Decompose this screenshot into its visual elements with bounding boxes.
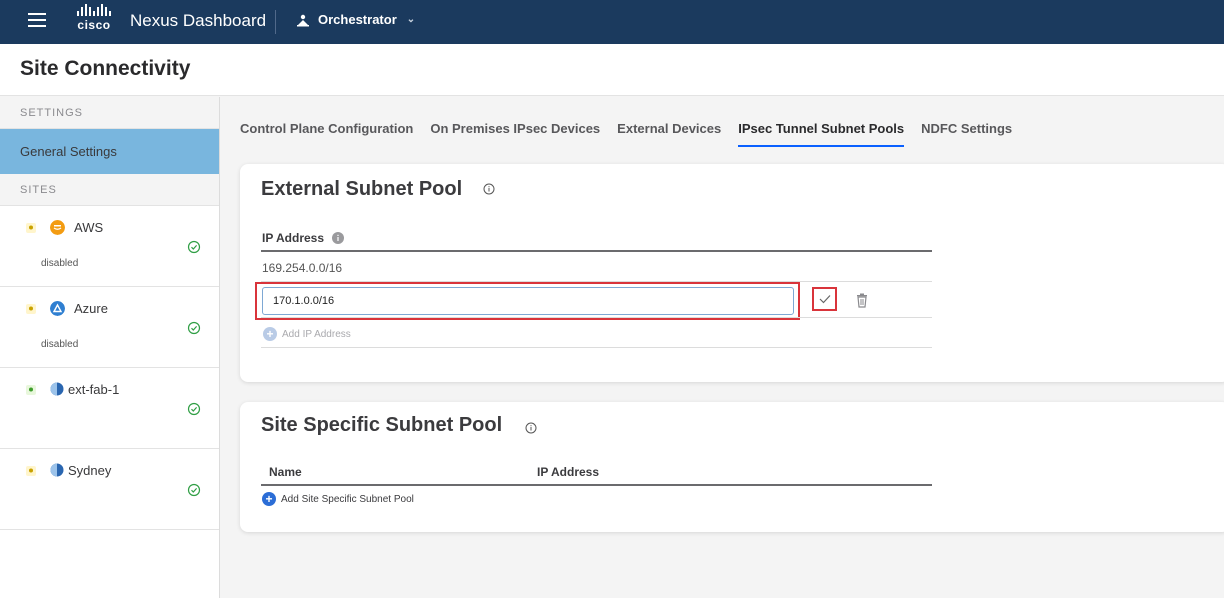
row-divider	[261, 317, 932, 318]
settings-section-header: SETTINGS	[0, 97, 219, 129]
sidebar-site-ext-fab-1[interactable]: ext-fab-1	[0, 368, 219, 449]
sidebar-site-aws[interactable]: AWS disabled	[0, 206, 219, 287]
info-icon[interactable]	[525, 422, 537, 434]
ndfc-site-icon	[50, 463, 64, 477]
top-bar: cisco Nexus Dashboard Orchestrator ⌄	[0, 0, 1224, 44]
row-divider	[261, 347, 932, 348]
add-site-specific-subnet-pool-label: Add Site Specific Subnet Pool	[281, 493, 414, 505]
add-ip-address-label: Add IP Address	[282, 328, 351, 340]
site-status: disabled	[41, 258, 79, 269]
check-circle-icon	[187, 321, 201, 335]
tab-ndfc-settings[interactable]: NDFC Settings	[921, 121, 1012, 147]
location-pin-icon	[26, 304, 36, 314]
site-name: AWS	[74, 220, 104, 235]
site-specific-subnet-pool-title: Site Specific Subnet Pool	[261, 414, 503, 436]
site-name: Azure	[74, 301, 108, 316]
plus-circle-icon: +	[262, 492, 276, 506]
external-subnet-pool-card: External Subnet Pool IP Address 169.254.…	[240, 164, 1224, 382]
ip-address-row: 169.254.0.0/16	[262, 261, 343, 275]
tab-ipsec-tunnel-subnet-pools[interactable]: IPsec Tunnel Subnet Pools	[738, 121, 905, 147]
service-switcher[interactable]: Orchestrator ⌄	[296, 12, 415, 27]
header-rule	[261, 250, 932, 252]
site-name: ext-fab-1	[68, 382, 120, 397]
azure-logo-icon	[50, 301, 65, 316]
location-pin-icon	[26, 466, 36, 476]
orchestrator-icon	[297, 14, 309, 26]
add-ip-address-button[interactable]: + Add IP Address	[263, 327, 351, 341]
check-circle-icon	[187, 402, 201, 416]
tab-on-premises-ipsec-devices[interactable]: On Premises IPsec Devices	[430, 121, 600, 147]
sidebar: SETTINGS General Settings SITES AWS disa…	[0, 97, 220, 598]
site-status: disabled	[41, 339, 79, 350]
chevron-down-icon: ⌄	[406, 14, 416, 25]
header-rule	[261, 484, 932, 486]
hamburger-menu-icon[interactable]	[28, 13, 46, 29]
cisco-logo-text: cisco	[77, 18, 111, 32]
trash-icon[interactable]	[854, 292, 870, 308]
topbar-divider	[275, 10, 276, 34]
sidebar-site-sydney[interactable]: Sydney	[0, 449, 219, 530]
tab-control-plane-configuration[interactable]: Control Plane Configuration	[240, 121, 413, 147]
ip-address-column-header: IP Address	[262, 231, 325, 245]
sidebar-item-general-settings[interactable]: General Settings	[0, 129, 219, 174]
cisco-logo: cisco	[72, 4, 116, 34]
location-pin-icon	[26, 385, 36, 395]
ip-address-input[interactable]	[262, 287, 794, 315]
check-circle-icon	[187, 240, 201, 254]
ip-address-column-header: IP Address	[537, 465, 600, 479]
info-filled-icon[interactable]	[332, 232, 344, 244]
app-title: Nexus Dashboard	[130, 11, 267, 30]
page-title: Site Connectivity	[20, 57, 191, 80]
add-site-specific-subnet-pool-button[interactable]: + Add Site Specific Subnet Pool	[262, 492, 414, 506]
external-subnet-pool-title: External Subnet Pool	[261, 178, 463, 200]
plus-circle-icon: +	[263, 327, 277, 341]
sites-section-header: SITES	[0, 174, 219, 206]
check-circle-icon	[187, 483, 201, 497]
ndfc-site-icon	[50, 382, 64, 396]
site-name: Sydney	[68, 463, 112, 478]
location-pin-icon	[26, 223, 36, 233]
sidebar-site-azure[interactable]: Azure disabled	[0, 287, 219, 368]
tab-external-devices[interactable]: External Devices	[617, 121, 721, 147]
service-label: Orchestrator	[318, 12, 397, 27]
page-header: Site Connectivity	[0, 44, 1224, 96]
name-column-header: Name	[269, 465, 302, 479]
tab-bar: Control Plane Configuration On Premises …	[240, 121, 1029, 147]
info-icon[interactable]	[483, 183, 495, 195]
confirm-button[interactable]	[812, 287, 837, 311]
aws-logo-icon	[50, 220, 65, 235]
checkmark-icon	[819, 295, 830, 304]
site-specific-subnet-pool-card: Site Specific Subnet Pool Name IP Addres…	[240, 402, 1224, 532]
